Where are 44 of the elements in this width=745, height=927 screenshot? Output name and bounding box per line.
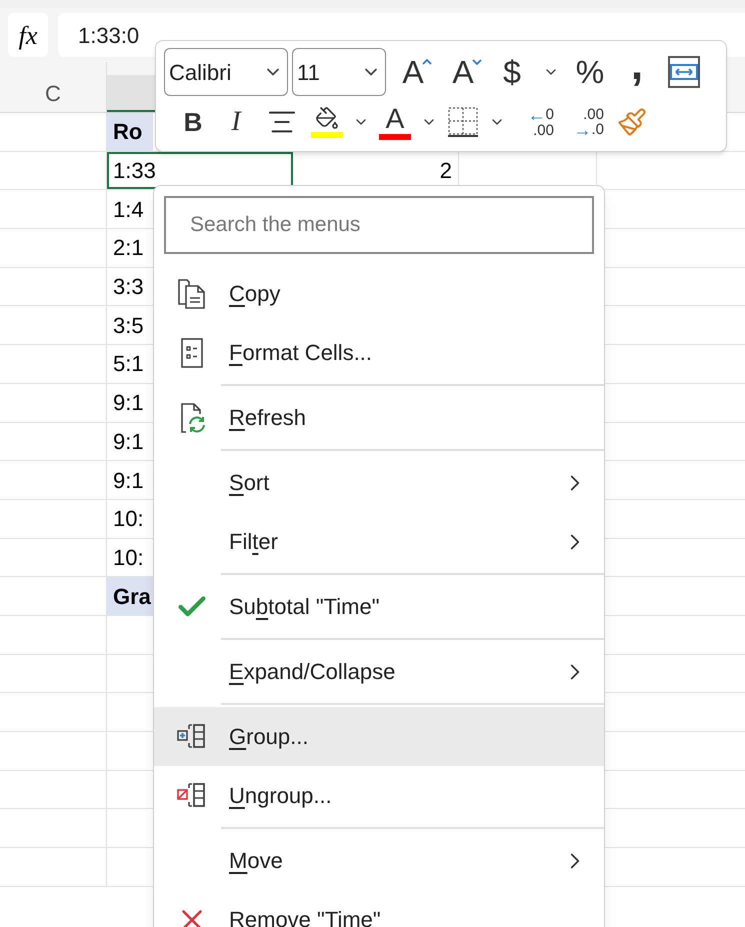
font-size-dropdown[interactable]: 11 xyxy=(292,48,386,96)
caret-icon xyxy=(472,58,482,66)
table-cell-text: 5:1 xyxy=(112,350,145,378)
menu-item[interactable]: Ungroup... xyxy=(154,766,604,825)
menu-item[interactable]: Subtotal "Time" xyxy=(154,577,604,636)
paintbrush-icon xyxy=(617,107,647,137)
font-color-button[interactable]: A xyxy=(374,100,416,144)
function-label[interactable]: fx xyxy=(8,13,48,57)
borders-icon xyxy=(447,106,479,138)
font-size-value: 11 xyxy=(297,58,320,86)
menu-item[interactable]: Format Cells... xyxy=(154,323,604,382)
table-cell-text: 10: xyxy=(112,505,145,534)
menu-item[interactable]: Remove "Time" xyxy=(154,890,604,927)
font-name-dropdown[interactable]: Calibri xyxy=(164,48,288,96)
table-cell-text: 10: xyxy=(112,544,145,572)
table-cell-text: 1:4 xyxy=(112,196,145,224)
table-cell: Ro xyxy=(107,113,153,151)
menu-item[interactable]: Copy xyxy=(154,264,604,323)
bold-button[interactable]: B xyxy=(172,100,214,144)
wrap-text-icon xyxy=(668,56,700,88)
right-arrow-icon: → xyxy=(573,122,592,138)
decrease-decimal-button[interactable]: .00 →.0 xyxy=(560,100,610,144)
table-cell-text: 3:5 xyxy=(112,312,145,340)
table-cell-text: 9:1 xyxy=(112,466,145,495)
menu-item[interactable]: Filter xyxy=(154,512,604,571)
menu-item[interactable]: Sort xyxy=(154,453,604,512)
font-name-value: Calibri xyxy=(169,58,232,86)
left-arrow-icon: ← xyxy=(528,106,546,122)
caret-icon xyxy=(422,58,432,66)
italic-button[interactable]: I xyxy=(214,100,258,144)
menu-item[interactable]: Expand/Collapse xyxy=(154,642,604,701)
menu-item[interactable]: Group... xyxy=(154,707,604,766)
table-cell: 1:33 xyxy=(107,152,293,190)
search-field[interactable]: Search the menus xyxy=(164,196,594,254)
table-cell-text: 9:1 xyxy=(112,428,145,456)
menu-item[interactable]: Refresh xyxy=(154,388,604,447)
table-cell-text: 2:1 xyxy=(112,234,145,262)
copy-icon xyxy=(176,278,208,310)
paint-bucket-icon xyxy=(315,106,339,130)
increase-decimal-button[interactable]: ←0 .00 xyxy=(510,100,560,144)
menu-item[interactable]: Move xyxy=(154,831,604,890)
table-cell-text: 3:3 xyxy=(112,273,145,302)
table-cell: Gra xyxy=(107,577,153,615)
table-cell-text: 9:1 xyxy=(112,389,145,418)
